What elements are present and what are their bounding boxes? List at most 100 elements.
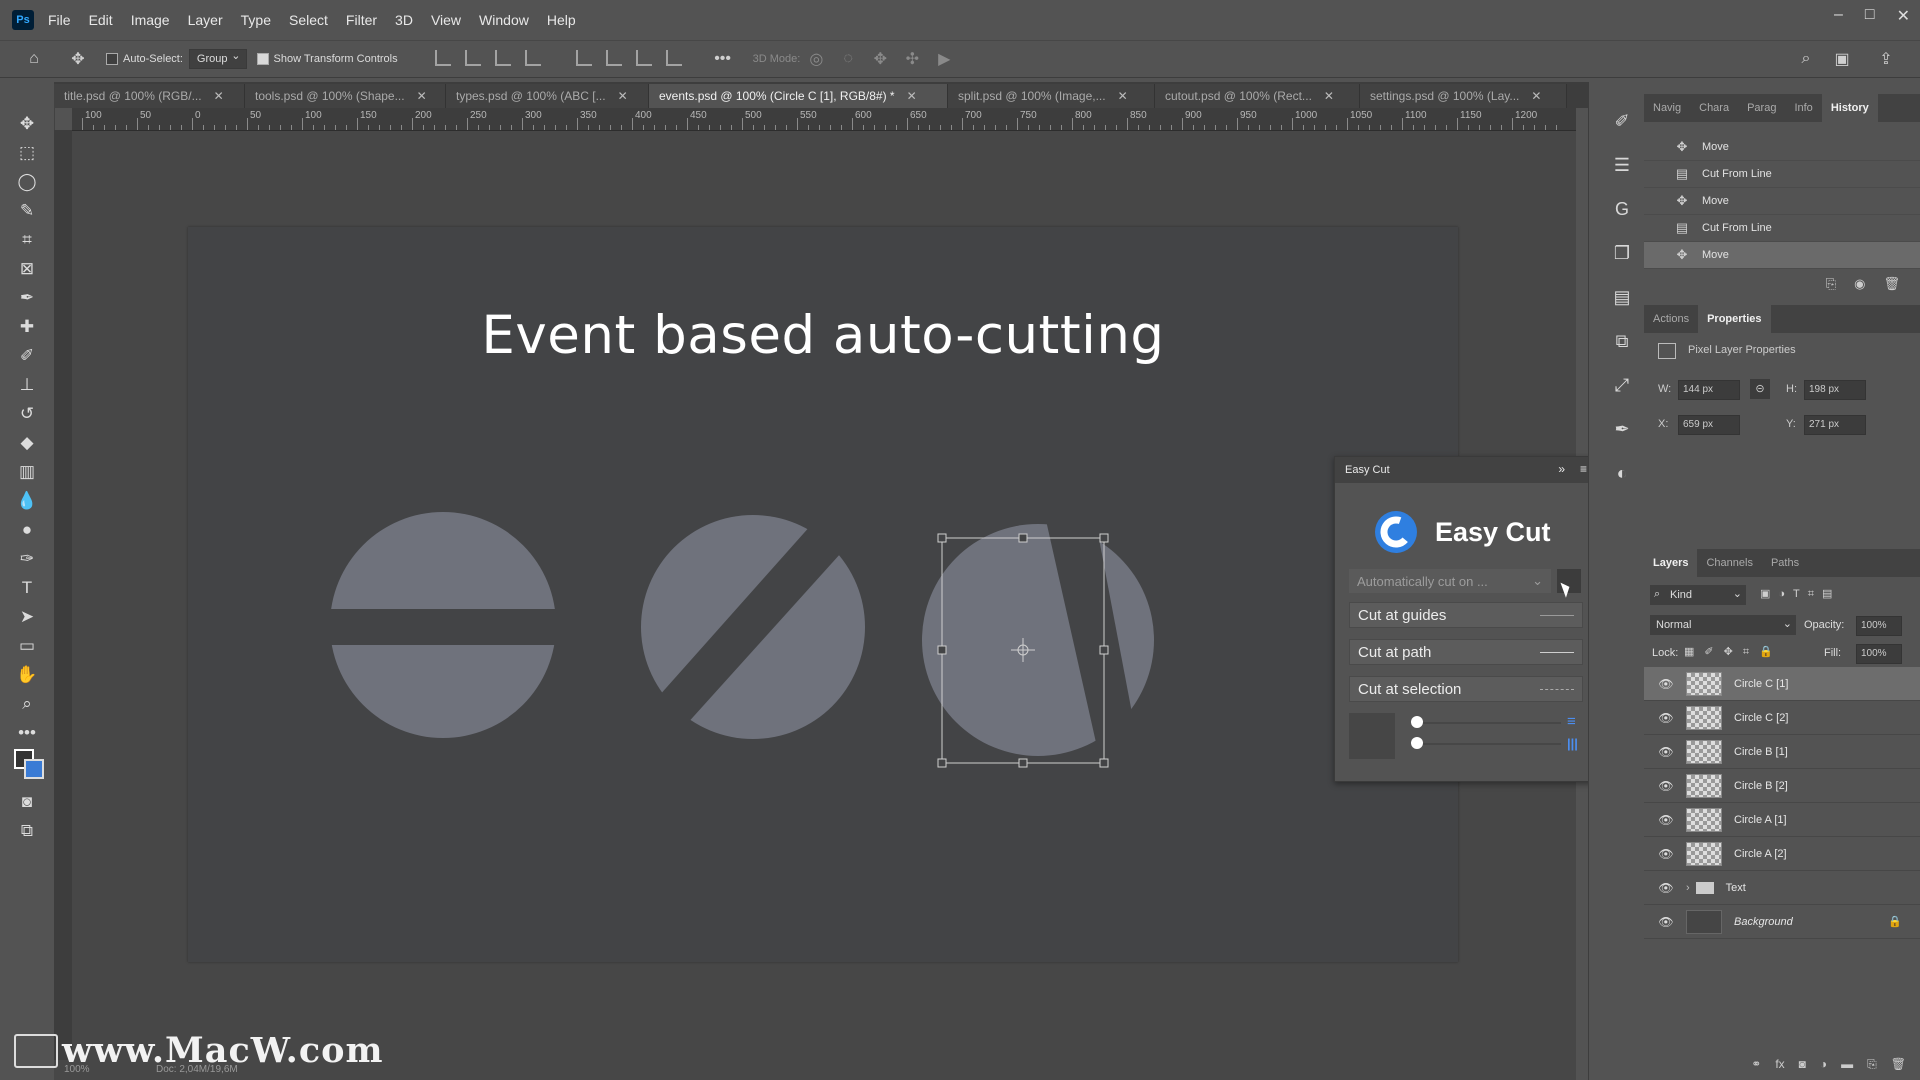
quick-select-tool-icon[interactable]: ✎ [12,198,42,224]
tab-settings-psd[interactable]: settings.psd @ 100% (Lay... ✕ [1360,84,1567,108]
type-tool-icon[interactable]: T [12,575,42,601]
align-left-icon[interactable] [434,49,451,66]
tab-navigator[interactable]: Navig [1644,102,1690,114]
adjustment-layer-icon[interactable]: ◑ [1820,1057,1827,1071]
width-field[interactable]: 144 px [1678,380,1740,400]
visibility-eye-icon[interactable]: 👁 [1656,847,1676,861]
menu-help[interactable]: Help [547,12,576,28]
paragraph-styles-icon[interactable]: ▤ [1607,282,1637,312]
history-item[interactable]: ✥ Move [1644,134,1920,161]
move-tool-icon[interactable]: ✥ [12,111,42,137]
menu-window[interactable]: Window [479,12,529,28]
share-icon[interactable]: ⇪ [1876,49,1896,69]
stamp-tool-icon[interactable]: ⊥ [12,372,42,398]
layer-row[interactable]: 👁 Circle A [1] [1644,803,1920,837]
visibility-eye-icon[interactable]: 👁 [1656,915,1676,929]
collapse-panel-icon[interactable]: » [1558,462,1565,476]
tab-character[interactable]: Chara [1690,102,1738,114]
background-color-swatch[interactable] [24,759,44,779]
tab-cutout-psd[interactable]: cutout.psd @ 100% (Rect... ✕ [1155,84,1360,108]
close-tab-icon[interactable]: ✕ [1118,89,1128,103]
menu-file[interactable]: File [48,12,71,28]
eyedropper-tool-icon[interactable]: ✒ [12,285,42,311]
offset-slider-track[interactable] [1411,743,1561,745]
layer-group-row[interactable]: 👁 › Text [1644,871,1920,905]
camera-icon[interactable]: ◉ [1854,276,1865,292]
menu-image[interactable]: Image [131,12,170,28]
tab-types-psd[interactable]: types.psd @ 100% (ABC [... ✕ [446,84,649,108]
brush-tool-icon[interactable]: ✐ [12,343,42,369]
visibility-eye-icon[interactable]: 👁 [1656,677,1676,691]
path-select-tool-icon[interactable]: ➤ [12,604,42,630]
cut-at-guides-button[interactable]: Cut at guides [1349,602,1583,628]
lasso-tool-icon[interactable]: ◯ [12,169,42,195]
layer-kind-filter[interactable]: ⌕ Kind ⌄ [1650,585,1746,605]
minimize-button[interactable]: – [1834,6,1843,26]
glyphs-icon[interactable]: G [1607,194,1637,224]
align-bottom-icon[interactable] [635,49,652,66]
mask-icon[interactable]: ◙ [1799,1057,1806,1071]
lock-icons[interactable]: ▦✐✥⌗🔒 [1684,645,1783,659]
move-tool-icon[interactable]: ✥ [68,49,88,69]
expand-chevron-icon[interactable]: › [1686,882,1690,894]
offset-slider-handle[interactable] [1411,737,1423,749]
menu-3d[interactable]: 3D [395,12,413,28]
layer-row[interactable]: 👁 Circle C [1] [1644,667,1920,701]
tab-layers[interactable]: Layers [1644,549,1698,577]
layer-row[interactable]: 👁 Circle C [2] [1644,701,1920,735]
tab-split-psd[interactable]: split.psd @ 100% (Image,... ✕ [948,84,1155,108]
menu-filter[interactable]: Filter [346,12,377,28]
tab-channels[interactable]: Channels [1697,557,1761,569]
brushes-icon[interactable]: ✒ [1607,414,1637,444]
y-field[interactable]: 271 px [1804,415,1866,435]
cut-at-selection-button[interactable]: Cut at selection [1349,676,1583,702]
panel-menu-icon[interactable]: ≡ [1580,462,1587,476]
tab-actions[interactable]: Actions [1644,313,1698,325]
layer-row[interactable]: 👁 Circle B [1] [1644,735,1920,769]
close-tab-icon[interactable]: ✕ [417,89,427,103]
home-icon[interactable]: ⌂ [24,49,44,69]
show-transform-checkbox[interactable]: Show Transform Controls [256,53,398,66]
fx-icon[interactable]: fx [1775,1057,1784,1071]
pen-tool-icon[interactable]: ✑ [12,546,42,572]
gap-slider-handle[interactable] [1411,716,1423,728]
tab-events-psd[interactable]: events.psd @ 100% (Circle C [1], RGB/8#)… [649,84,948,108]
tab-tools-psd[interactable]: tools.psd @ 100% (Shape... ✕ [245,84,446,108]
auto-cut-dropdown[interactable]: Automatically cut on ... ⌄ [1349,569,1551,593]
brush-settings-icon[interactable]: ✐ [1607,106,1637,136]
auto-select-checkbox[interactable]: Auto-Select: [106,53,183,66]
opacity-field[interactable]: 100% [1856,616,1902,636]
link-icon[interactable]: ⊝ [1750,379,1770,399]
align-middle-icon[interactable] [605,49,622,66]
gap-slider-track[interactable] [1411,722,1561,724]
history-item[interactable]: ✥ Move [1644,242,1920,269]
horizontal-lines-icon[interactable]: ≡ [1567,713,1576,730]
close-tab-icon[interactable]: ✕ [214,89,224,103]
history-brush-tool-icon[interactable]: ↺ [12,401,42,427]
visibility-eye-icon[interactable]: 👁 [1656,745,1676,759]
history-item[interactable]: ✥ Move [1644,188,1920,215]
menu-select[interactable]: Select [289,12,328,28]
quick-mask-icon[interactable]: ◙ [12,789,42,815]
visibility-eye-icon[interactable]: 👁 [1656,711,1676,725]
distribute-vertical-icon[interactable] [665,49,682,66]
new-document-icon[interactable]: ⎘ [1826,276,1836,292]
document-canvas[interactable]: Event based auto-cutting [188,227,1458,962]
hand-tool-icon[interactable]: ✋ [12,662,42,688]
tab-title-psd[interactable]: title.psd @ 100% (RGB/... ✕ [54,84,245,108]
background-layer-row[interactable]: 👁 Background 🔒 [1644,905,1920,939]
transform-icon[interactable]: ⤢ [1607,370,1637,400]
crop-tool-icon[interactable]: ⌗ [12,227,42,253]
zoom-tool-icon[interactable]: ⌕ [12,691,42,717]
more-tools-icon[interactable]: ••• [12,720,42,746]
close-tab-icon[interactable]: ✕ [1531,89,1541,103]
new-group-icon[interactable]: ▬ [1841,1057,1853,1071]
search-icon[interactable]: ⌕ [1796,49,1816,69]
tab-paths[interactable]: Paths [1762,557,1808,569]
more-options-icon[interactable]: ••• [713,49,733,69]
copy-source-icon[interactable]: ❐ [1607,238,1637,268]
3d-roll-icon[interactable]: ◌ [838,49,858,69]
close-tab-icon[interactable]: ✕ [618,89,628,103]
adjustments-icon[interactable]: ☰ [1607,150,1637,180]
workspace-icon[interactable]: ▣ [1832,49,1852,69]
